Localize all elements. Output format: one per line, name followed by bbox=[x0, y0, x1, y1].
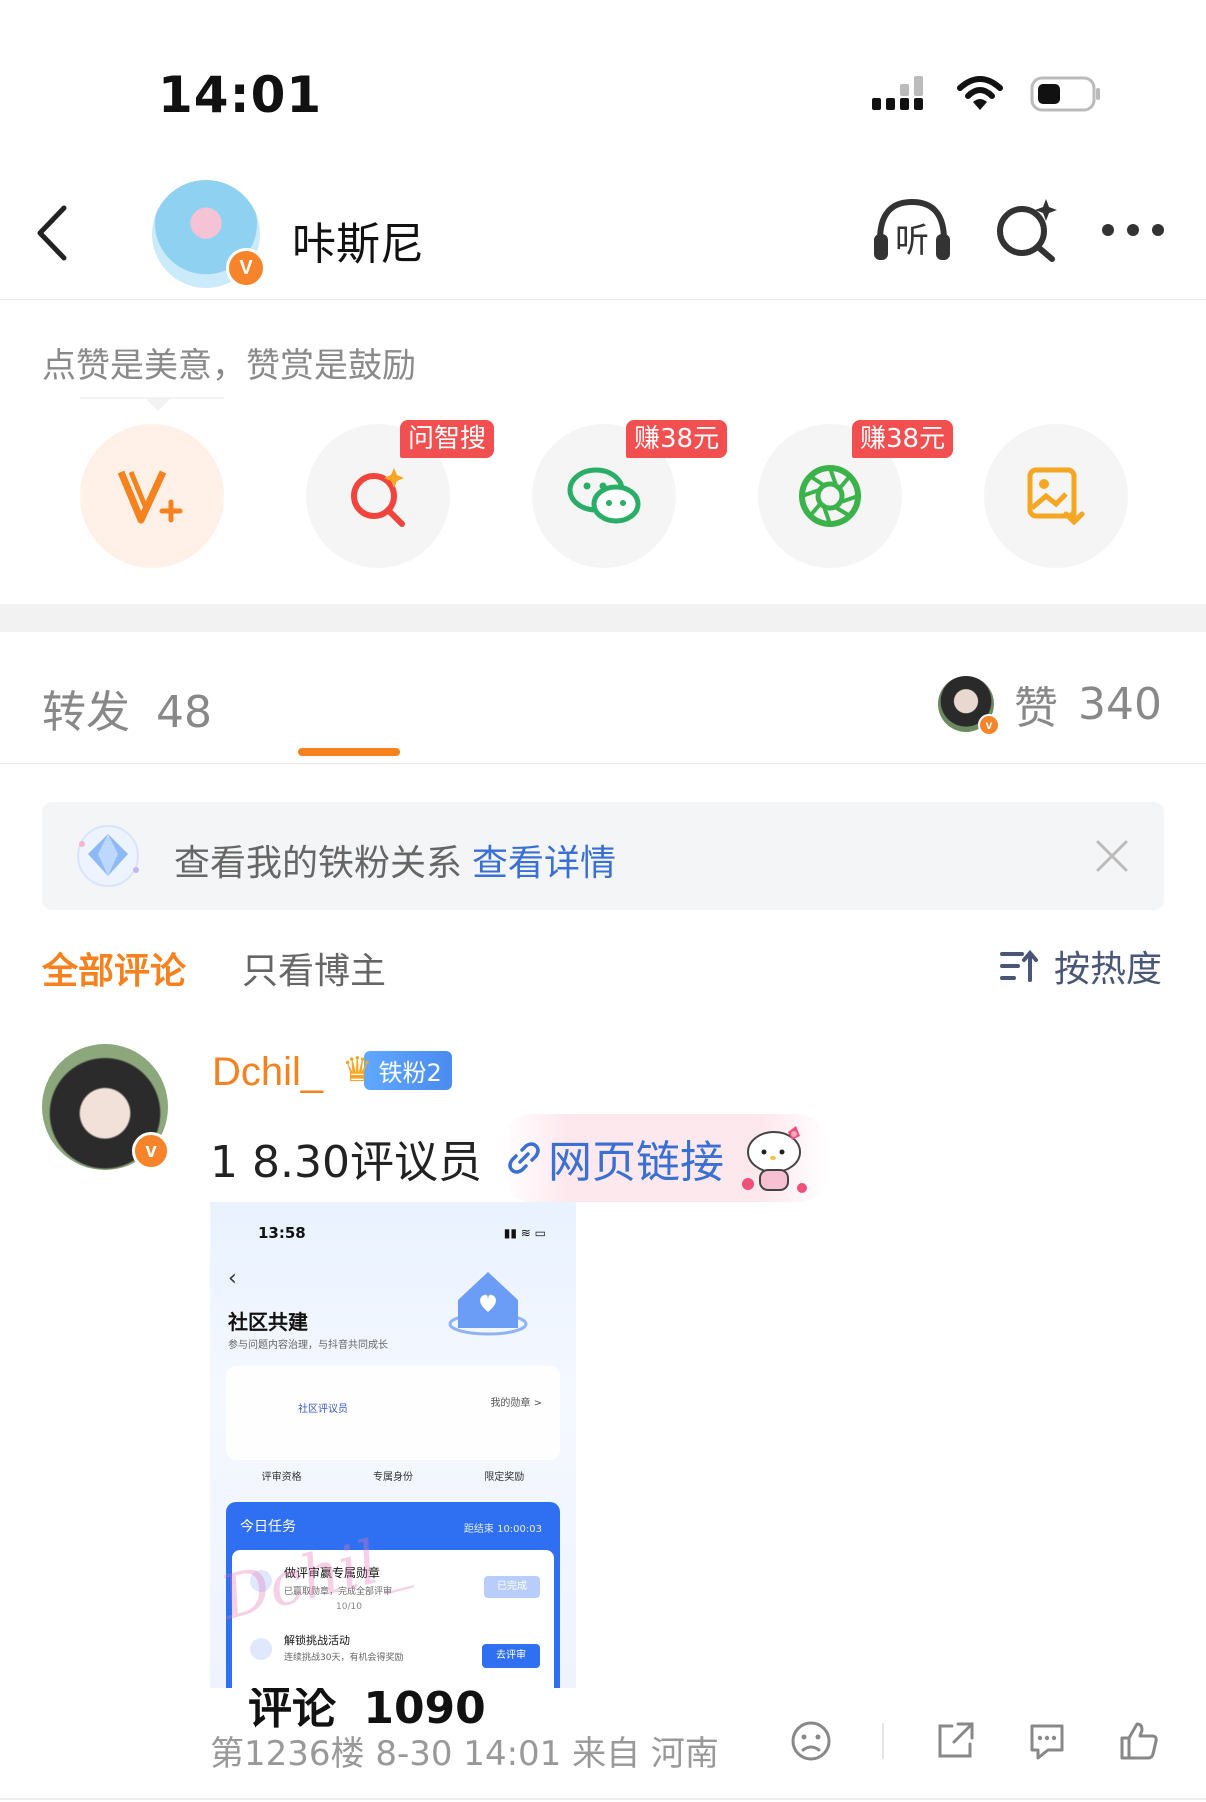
sort-button[interactable]: 按热度 bbox=[999, 940, 1162, 992]
tab-reposts-label: 转发 bbox=[42, 687, 130, 738]
tab-reposts[interactable]: 转发 48 bbox=[42, 676, 212, 740]
fan-banner-label: 查看我的铁粉关系 bbox=[174, 843, 463, 884]
view-details-link[interactable]: 查看详情 bbox=[472, 843, 616, 884]
active-tab-indicator bbox=[298, 748, 400, 756]
tip-caret bbox=[80, 397, 224, 411]
fan-banner-text: 查看我的铁粉关系 查看详情 bbox=[174, 834, 616, 886]
image-perk: 限定奖励 bbox=[484, 1472, 525, 1483]
reward-tip: 点赞是美意，赞赏是鼓励 bbox=[42, 346, 416, 386]
battery-icon bbox=[1030, 76, 1100, 112]
image-title: 社区共建 bbox=[228, 1310, 308, 1334]
link-icon bbox=[508, 1142, 540, 1174]
image-role-card: 社区评议员 我的勋章 > bbox=[226, 1366, 560, 1460]
back-button[interactable] bbox=[30, 202, 80, 268]
fan-relationship-banner[interactable]: 查看我的铁粉关系 查看详情 bbox=[42, 802, 1164, 910]
dislike-face-icon[interactable] bbox=[790, 1720, 832, 1762]
image-back-icon: ‹ bbox=[228, 1266, 237, 1291]
action-tag: 赚38元 bbox=[852, 420, 954, 458]
like-thumb-icon[interactable] bbox=[1118, 1720, 1160, 1762]
commenter-name[interactable]: Dchil_ bbox=[212, 1050, 323, 1095]
more-icon[interactable] bbox=[1100, 220, 1166, 240]
wechat-button[interactable]: 赚38元 bbox=[532, 420, 728, 568]
moments-button[interactable]: 赚38元 bbox=[758, 420, 954, 568]
image-status-icons: ▮▮ ≋ ▭ bbox=[503, 1226, 546, 1240]
crown-icon: ♛ bbox=[342, 1050, 373, 1090]
image-perk: 评审资格 bbox=[261, 1472, 302, 1483]
comment-text: 1 8.30评议员 网页链接 bbox=[210, 1114, 828, 1202]
header-actions: 听 bbox=[870, 196, 1166, 264]
image-countdown: 距结束 10:00:03 bbox=[463, 1524, 542, 1535]
fan-level-badge: ♛ 铁粉2 bbox=[342, 1050, 452, 1090]
image-task2-desc: 连续挑战30天，有机会得奖励 bbox=[284, 1653, 404, 1663]
wechat-icon bbox=[567, 467, 641, 524]
tab-likes[interactable]: v 赞 340 bbox=[938, 672, 1162, 736]
hello-kitty-sticker-icon bbox=[741, 1126, 807, 1193]
v-plus-button[interactable] bbox=[80, 424, 224, 568]
action-tag: 问智搜 bbox=[400, 420, 495, 458]
listen-headphones-icon[interactable]: 听 bbox=[870, 196, 954, 264]
comment-filter: 全部评论 只看博主 按热度 bbox=[0, 940, 1206, 1000]
filter-all-comments[interactable]: 全部评论 bbox=[42, 942, 186, 994]
interaction-tabs: 转发 48 评论 1090 v 赞 340 bbox=[0, 632, 1206, 1734]
author-name[interactable]: 咔斯尼 bbox=[292, 208, 424, 272]
svg-text:听: 听 bbox=[895, 221, 929, 261]
image-task1-button: 已完成 bbox=[484, 1576, 540, 1598]
image-task2-button: 去评审 bbox=[482, 1644, 540, 1668]
web-link-label: 网页链接 bbox=[547, 1137, 724, 1188]
moments-icon bbox=[799, 465, 861, 527]
author-avatar[interactable]: V bbox=[152, 180, 266, 288]
liker-avatar: v bbox=[938, 676, 1001, 736]
tab-likes-count: 340 bbox=[1078, 678, 1162, 730]
image-task2-title: 解锁挑战活动 bbox=[284, 1634, 350, 1647]
tab-likes-label: 赞 bbox=[1014, 683, 1059, 734]
sort-icon bbox=[999, 949, 1038, 982]
comment-body: 1 8.30评议员 bbox=[210, 1137, 482, 1188]
tab-reposts-count: 48 bbox=[156, 687, 212, 738]
v-plus-icon bbox=[117, 470, 183, 524]
verified-badge: V bbox=[226, 248, 266, 288]
web-link[interactable]: 网页链接 bbox=[501, 1114, 828, 1202]
comment-meta: 第1236楼 8-30 14:01 来自 河南 bbox=[210, 1734, 719, 1774]
comment-actions bbox=[790, 1720, 1160, 1762]
save-image-icon bbox=[1027, 467, 1085, 526]
verified-badge: v bbox=[132, 1132, 170, 1170]
image-my-medal: 我的勋章 > bbox=[490, 1398, 542, 1409]
fan-level: 铁粉2 bbox=[364, 1050, 452, 1090]
image-perk: 专属身份 bbox=[372, 1472, 413, 1483]
chevron-left-icon bbox=[37, 205, 67, 261]
share-actions: 问智搜 赚38元 赚38元 bbox=[80, 420, 1128, 568]
bottom-divider bbox=[0, 1798, 1206, 1800]
image-subtitle: 参与问题内容治理，与抖音共同成长 bbox=[228, 1340, 388, 1351]
filter-host-only[interactable]: 只看博主 bbox=[242, 942, 386, 994]
search-ai-icon bbox=[351, 468, 405, 527]
action-tag: 赚38元 bbox=[626, 420, 728, 458]
diamond-icon bbox=[77, 825, 139, 887]
sort-label: 按热度 bbox=[1053, 949, 1162, 990]
close-icon[interactable] bbox=[1094, 838, 1130, 874]
share-icon[interactable] bbox=[934, 1720, 976, 1762]
smart-search-icon[interactable] bbox=[994, 197, 1060, 263]
image-status-time: 13:58 bbox=[258, 1224, 306, 1242]
image-today-tasks: 今日任务 bbox=[240, 1519, 296, 1535]
wifi-icon bbox=[957, 76, 1003, 110]
status-bar: 14:01 bbox=[0, 0, 1206, 150]
image-perks: 评审资格 专属身份 限定奖励 bbox=[226, 1468, 560, 1483]
comment-image[interactable]: 13:58 ▮▮ ≋ ▭ ‹ 社区共建 参与问题内容治理，与抖音共同成长 社区评… bbox=[210, 1202, 576, 1688]
save-image-button[interactable] bbox=[984, 424, 1128, 568]
cellular-signal-icon bbox=[872, 76, 923, 110]
image-role: 社区评议员 bbox=[298, 1404, 348, 1415]
commenter-avatar[interactable]: v bbox=[42, 1044, 170, 1170]
house-heart-icon bbox=[448, 1272, 528, 1336]
status-time: 14:01 bbox=[158, 66, 323, 124]
image-task-icon bbox=[250, 1638, 272, 1660]
smart-search-button[interactable]: 问智搜 bbox=[306, 420, 495, 568]
section-divider bbox=[0, 604, 1206, 632]
status-icons bbox=[872, 76, 1102, 112]
divider bbox=[882, 1723, 884, 1759]
post-header: V 咔斯尼 听 bbox=[0, 150, 1206, 300]
verified-badge: v bbox=[978, 714, 1001, 736]
reply-icon[interactable] bbox=[1026, 1720, 1068, 1762]
